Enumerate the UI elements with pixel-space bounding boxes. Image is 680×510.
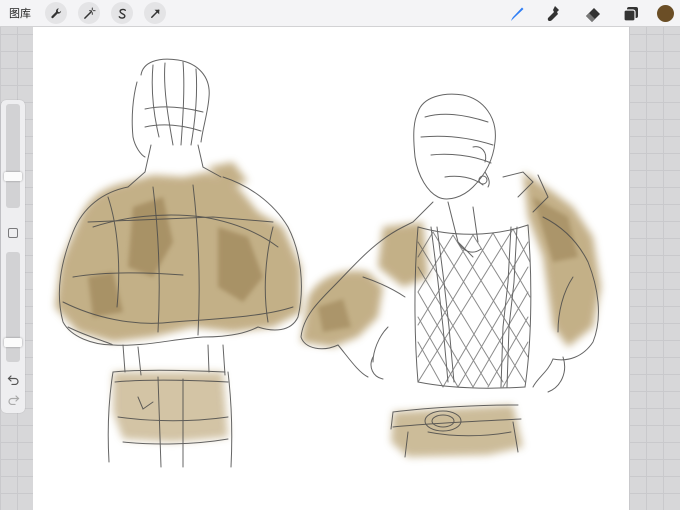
redo-button[interactable] — [7, 392, 20, 406]
eraser-tool-button[interactable] — [583, 4, 603, 24]
gallery-button[interactable]: 图库 — [9, 5, 31, 21]
brush-tool-button[interactable] — [507, 4, 527, 24]
opacity-handle[interactable] — [4, 337, 22, 347]
smudge-tool-button[interactable] — [545, 4, 565, 24]
magic-wand-icon — [83, 6, 96, 19]
left-sidebar — [1, 100, 25, 413]
selection-button[interactable] — [111, 2, 133, 24]
transform-arrow-icon — [150, 9, 159, 18]
eraser-icon — [586, 7, 600, 22]
modify-button[interactable] — [8, 228, 18, 238]
brush-size-handle[interactable] — [4, 172, 22, 182]
layers-button[interactable] — [621, 4, 641, 24]
left-figure-back-view — [55, 58, 302, 468]
undo-button[interactable] — [7, 372, 20, 386]
brush-icon — [511, 7, 524, 21]
top-toolbar: 图库 — [0, 0, 680, 27]
sketch-artwork — [55, 58, 601, 468]
transform-button[interactable] — [144, 2, 166, 24]
brush-size-slider[interactable] — [6, 104, 20, 208]
redo-icon — [8, 395, 20, 406]
selection-s-icon — [118, 8, 126, 19]
drawing-canvas[interactable] — [33, 27, 629, 510]
actions-button[interactable] — [45, 2, 67, 24]
layers-icon — [623, 6, 638, 22]
right-figure-front-view — [300, 93, 601, 458]
right-toolbar — [489, 0, 680, 27]
wrench-icon — [50, 7, 61, 18]
color-picker-button[interactable] — [657, 5, 674, 22]
adjustments-button[interactable] — [78, 2, 100, 24]
smudge-icon — [547, 5, 559, 21]
undo-icon — [7, 375, 19, 386]
